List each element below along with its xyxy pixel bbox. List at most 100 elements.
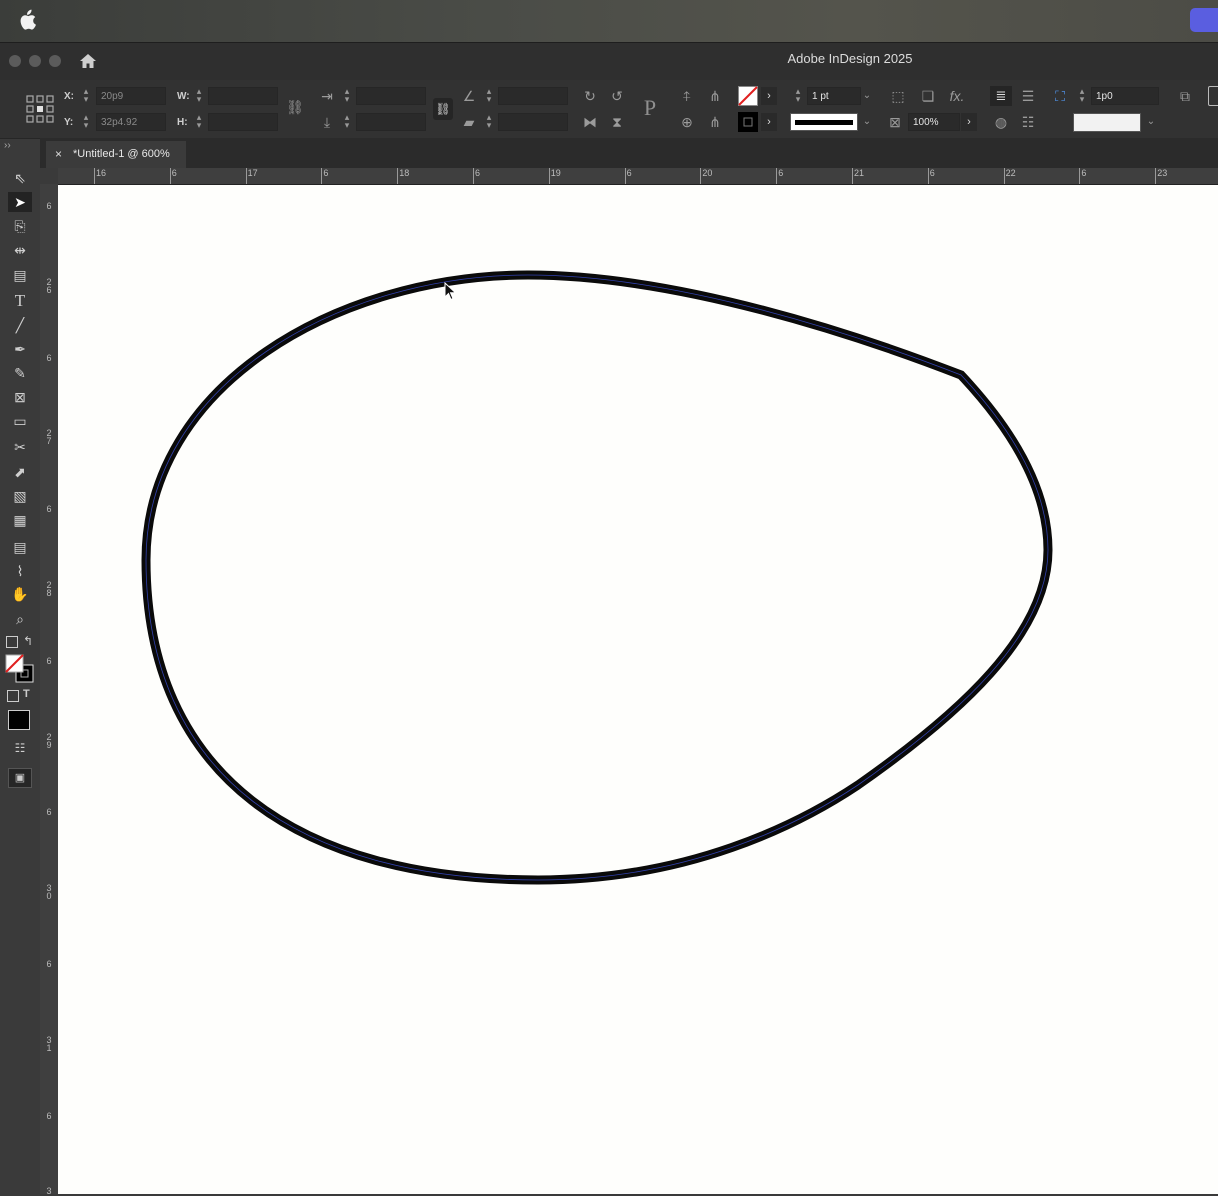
x-stepper[interactable]: ▴ ▾ xyxy=(81,87,91,105)
h-stepper[interactable]: ▴ ▾ xyxy=(194,113,204,131)
zoom-window-button[interactable] xyxy=(49,55,61,67)
gradient-feather-tool-icon[interactable]: ▦ xyxy=(8,510,32,530)
select-previous-icon[interactable]: ⋔ xyxy=(706,87,724,105)
zoom-tool-icon[interactable]: ⌕ xyxy=(8,609,32,629)
stroke-weight-stepper[interactable]: ▴ ▾ xyxy=(793,87,803,105)
rotation-stepper[interactable]: ▴ ▾ xyxy=(484,87,494,105)
h-field[interactable] xyxy=(208,113,278,131)
drop-shadow-icon[interactable]: ❏ xyxy=(919,87,937,105)
document-canvas[interactable] xyxy=(58,185,1218,1194)
y-stepper[interactable]: ▴ ▾ xyxy=(81,113,91,131)
selected-path[interactable] xyxy=(58,185,1218,1194)
effects-fx-icon[interactable]: fx. xyxy=(948,87,966,105)
eyedropper-tool-icon[interactable]: ⌇ xyxy=(8,561,32,581)
direct-selection-tool-icon[interactable]: ➤ xyxy=(8,192,32,212)
minimize-window-button[interactable] xyxy=(29,55,41,67)
opacity-field[interactable]: 100% xyxy=(908,113,960,131)
note-tool-icon[interactable]: ▤ xyxy=(8,537,32,557)
flip-horizontal-icon[interactable]: ⧓ xyxy=(581,113,599,131)
scale-y-field[interactable] xyxy=(356,113,426,131)
rotate-counterclockwise-icon[interactable]: ↺ xyxy=(608,87,626,105)
reference-point-icon[interactable] xyxy=(26,95,54,123)
close-window-button[interactable] xyxy=(9,55,21,67)
vertical-ruler[interactable]: 6 26 6 27 6 28 6 29 6 30 6 31 6 3 xyxy=(40,184,59,1196)
text-wrap-shape-icon[interactable]: ◍ xyxy=(992,113,1010,131)
x-field[interactable]: 20p9 xyxy=(96,87,166,105)
apply-color-icon[interactable] xyxy=(8,710,30,730)
fill-none-swatch-icon[interactable] xyxy=(738,86,758,106)
select-next-icon[interactable]: ⋔ xyxy=(706,113,724,131)
stroke-swatch-icon[interactable] xyxy=(738,112,758,132)
text-wrap-bounding-icon[interactable]: ☰ xyxy=(1019,87,1037,105)
default-colors-icon[interactable] xyxy=(6,636,18,648)
scale-x-field[interactable] xyxy=(356,87,426,105)
constrain-proportions-icon[interactable]: ⛓ xyxy=(286,98,304,116)
gradient-swatch-tool-icon[interactable]: ▧ xyxy=(8,486,32,506)
panel-menu-button[interactable] xyxy=(1208,86,1218,106)
flip-vertical-icon[interactable]: ⧗ xyxy=(608,113,626,131)
select-container-icon[interactable]: ⍏ xyxy=(678,87,696,105)
rotation-field[interactable] xyxy=(498,87,568,105)
gap-tool-icon[interactable]: ⇹ xyxy=(8,240,32,260)
ruler-tick-mark xyxy=(1155,168,1157,184)
stroke-swatch-menu-button[interactable]: › xyxy=(761,113,777,131)
ruler-tick-label: 6 xyxy=(323,168,329,178)
apple-icon[interactable] xyxy=(18,9,36,31)
object-style-dropdown[interactable]: ⌄ xyxy=(1146,116,1156,127)
fill-stroke-swatches-icon[interactable] xyxy=(5,654,35,684)
selection-tool-icon[interactable]: ⇖ xyxy=(8,168,32,188)
formatting-text-icon[interactable]: T xyxy=(23,688,30,700)
menu-bar-widget-icon[interactable] xyxy=(1190,8,1218,32)
document-tab[interactable]: × *Untitled-1 @ 600% xyxy=(46,141,186,168)
screen-mode-icon[interactable]: ▣ xyxy=(8,768,32,788)
offset-field[interactable]: 1p0 xyxy=(1091,87,1159,105)
scale-x-stepper[interactable]: ▴ ▾ xyxy=(342,87,352,105)
home-icon[interactable] xyxy=(79,53,97,69)
w-field[interactable] xyxy=(208,87,278,105)
view-mode-icon[interactable]: ☷ xyxy=(8,738,32,758)
scale-y-stepper[interactable]: ▴ ▾ xyxy=(342,113,352,131)
shear-field[interactable] xyxy=(498,113,568,131)
opacity-menu-button[interactable]: › xyxy=(961,113,977,131)
y-field[interactable]: 32p4.92 xyxy=(96,113,166,131)
stroke-type-field[interactable] xyxy=(790,113,858,131)
fill-swatch-menu-button[interactable]: › xyxy=(761,87,777,105)
stroke-weight-dropdown[interactable]: ⌄ xyxy=(862,90,872,101)
page-tool-icon[interactable]: ⎘ xyxy=(8,216,32,236)
formatting-container-icon[interactable] xyxy=(7,690,19,702)
horizontal-ruler[interactable]: 16 6 17 6 18 6 19 6 20 6 21 6 22 6 23 xyxy=(58,168,1218,185)
ruler-tick-label: 18 xyxy=(399,168,410,178)
collapse-panels-icon[interactable]: ›› xyxy=(4,140,11,151)
stroke-type-dropdown[interactable]: ⌄ xyxy=(862,116,872,127)
text-wrap-jump-icon[interactable]: ☷ xyxy=(1019,113,1037,131)
content-collector-icon[interactable]: ▤ xyxy=(8,265,32,285)
pencil-tool-icon[interactable]: ✎ xyxy=(8,363,32,383)
content-fitting-icon[interactable]: ⧉ xyxy=(1176,87,1194,105)
type-tool-icon[interactable]: T xyxy=(8,291,32,311)
swap-colors-icon[interactable]: ↰ xyxy=(23,634,33,648)
text-wrap-none-icon[interactable]: ≣ xyxy=(990,86,1012,106)
stroke-weight-field[interactable]: 1 pt xyxy=(807,87,861,105)
w-stepper[interactable]: ▴ ▾ xyxy=(194,87,204,105)
rectangle-tool-icon[interactable]: ▭ xyxy=(8,411,32,431)
pen-tool-icon[interactable]: ✒ xyxy=(8,339,32,359)
scissors-tool-icon[interactable]: ✂ xyxy=(8,437,32,457)
ruler-tick-label: 3 xyxy=(46,1186,52,1196)
shear-stepper[interactable]: ▴ ▾ xyxy=(484,113,494,131)
rectangle-frame-tool-icon[interactable]: ⊠ xyxy=(8,387,32,407)
ruler-tick-label: 16 xyxy=(96,168,107,178)
rotate-clockwise-icon[interactable]: ↻ xyxy=(581,87,599,105)
hand-tool-icon[interactable]: ✋ xyxy=(8,584,32,604)
offset-stepper[interactable]: ▴ ▾ xyxy=(1077,87,1087,105)
ruler-tick-mark xyxy=(927,168,929,184)
close-tab-icon[interactable]: × xyxy=(55,147,62,161)
auto-fit-icon[interactable]: ⛶ xyxy=(1051,87,1069,105)
ruler-origin[interactable] xyxy=(40,168,58,184)
constrain-scale-icon[interactable]: ⛓ xyxy=(433,98,453,120)
frame-fitting-icon[interactable]: ⬚ xyxy=(889,87,907,105)
select-content-icon[interactable]: ⊕ xyxy=(678,113,696,131)
line-tool-icon[interactable]: ╱ xyxy=(8,315,32,335)
object-style-field[interactable] xyxy=(1073,113,1141,132)
free-transform-tool-icon[interactable]: ⬈ xyxy=(8,462,32,482)
document-tab-strip xyxy=(40,138,1218,168)
